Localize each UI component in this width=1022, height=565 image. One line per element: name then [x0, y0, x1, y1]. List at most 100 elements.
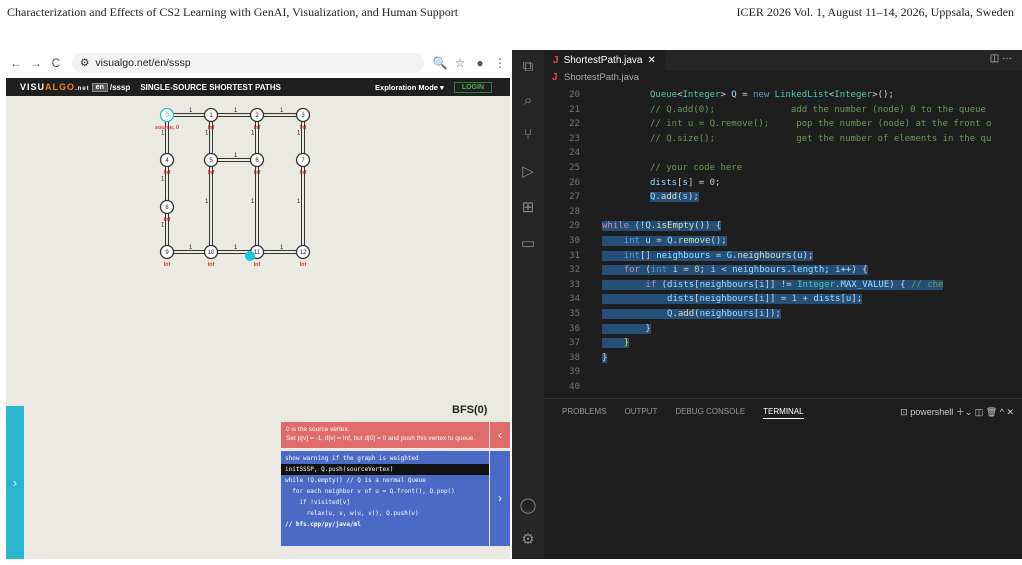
code-line: dists[s] = 0; — [650, 177, 721, 188]
vertex-distance: Inf — [254, 125, 261, 131]
algorithm-label: BFS(0) — [452, 404, 488, 416]
panel-tab[interactable]: OUTPUT — [624, 407, 657, 419]
tab-shortestpath[interactable]: J ShortestPath.java ✕ — [544, 50, 665, 70]
line-number: 35 — [569, 309, 580, 319]
breadcrumb: J ShortestPath.java — [552, 72, 639, 83]
line-number: 27 — [569, 192, 580, 203]
edge-weight: 1 — [297, 199, 301, 205]
line-number: 30 — [569, 236, 580, 246]
pseudocode-line: show warning if the graph is weighted — [285, 455, 419, 462]
vertex-distance: Inf — [208, 125, 215, 131]
pseudocode-line: relax(u, v, w(u, v)), Q.push(v) — [285, 510, 419, 517]
edge-weight: 1 — [161, 223, 165, 229]
code-editor[interactable]: 20 Queue<Integer> Q = new LinkedList<Inte… — [544, 90, 1022, 398]
line-number: 25 — [569, 163, 580, 173]
code-line: for (int i = 0; i < neighbours.length; i… — [602, 265, 868, 276]
line-number: 40 — [569, 382, 580, 392]
panel-tab[interactable]: TERMINAL — [763, 407, 804, 419]
activity-bar: ⧉ ⌕ ⑂ ▷ ⊞ ▭ ◯ ⚙ — [512, 50, 544, 559]
extensions-icon[interactable]: ⊞ — [512, 198, 544, 216]
line-number: 20 — [569, 90, 580, 100]
code-line: } — [602, 338, 630, 349]
line-number: 26 — [569, 177, 580, 188]
source-control-icon[interactable]: ⑂ — [512, 126, 544, 143]
vertex-distance: Inf — [300, 262, 307, 268]
remote-icon[interactable]: ▭ — [512, 234, 544, 252]
pseudocode-line: for each neighbor v of u = Q.front(), Q.… — [285, 488, 455, 495]
close-icon[interactable]: ✕ — [648, 55, 656, 66]
settings-gear-icon[interactable]: ⚙ — [512, 530, 544, 548]
terminal-tools[interactable]: ⊡ powershell ＋⌄ ◫ 🗑 ^ ✕ — [900, 405, 1014, 418]
edge-weight: 1 — [205, 199, 209, 205]
pseudocode-line: // bfs.cpp/py/java/ml — [285, 521, 361, 528]
java-file-icon: J — [553, 54, 559, 66]
code-line: Q.add(neighbours[i]); — [602, 309, 781, 319]
search-icon[interactable]: ⌕ — [512, 92, 544, 109]
explorer-icon[interactable]: ⧉ — [512, 58, 544, 75]
line-number: 39 — [569, 367, 580, 378]
pseudocode-line: if !visited[v] — [285, 499, 351, 506]
code-line: } — [602, 323, 651, 334]
edge-weight: 1 — [297, 131, 301, 137]
code-line: } — [602, 352, 608, 363]
vertex-distance: source, 0 — [155, 125, 179, 131]
line-number: 24 — [569, 148, 580, 159]
collapse-code-button[interactable]: › — [490, 451, 510, 546]
split-editor-icon[interactable]: ◫ ··· — [990, 53, 1012, 64]
edge-weight: 1 — [251, 131, 255, 137]
account-icon[interactable]: ◯ — [512, 496, 544, 514]
line-number: 22 — [569, 119, 580, 130]
vertex-label: 12 — [300, 250, 307, 256]
code-line: int u = Q.remove(); — [602, 236, 727, 246]
line-number: 37 — [569, 338, 580, 349]
line-number: 28 — [569, 206, 580, 217]
line-number: 33 — [569, 279, 580, 290]
vertex-label: 10 — [208, 250, 215, 256]
run-debug-icon[interactable]: ▷ — [512, 162, 544, 180]
code-line: dists[neighbours[i]] = 1 + dists[u]; — [602, 294, 863, 305]
line-number: 21 — [569, 104, 580, 115]
edge-weight: 1 — [161, 177, 165, 183]
line-number: 36 — [569, 323, 580, 334]
graph-svg: 1 1 11111 1 111111110source, 01Inf2Inf3Inf4I… — [155, 107, 311, 268]
vertex-distance: Inf — [164, 170, 171, 176]
vertex-distance: Inf — [300, 125, 307, 131]
code-line: if (dists[neighbours[i]] != Integer.MAX_… — [602, 279, 944, 290]
line-number: 32 — [569, 265, 580, 276]
vertex-distance: Inf — [208, 170, 215, 176]
vertex-distance: Inf — [254, 262, 261, 268]
status-panel: 0 is the source vertex. Set p[v] = -1, d[… — [281, 422, 489, 448]
paper-header-right: ICER 2026 Vol. 1, August 11–14, 2026, Up… — [736, 5, 1014, 19]
code-line: while (!Q.isEmpty()) { — [602, 221, 722, 232]
vertex-distance: Inf — [300, 170, 307, 176]
pseudocode-line: initSSSP, Q.push(sourceVertex) — [281, 464, 489, 475]
line-number: 34 — [569, 294, 580, 305]
edge-weight: 1 — [205, 131, 209, 137]
line-number: 23 — [569, 133, 580, 144]
code-line: Queue<Integer> Q = new LinkedList<Intege… — [650, 90, 894, 100]
expand-left-panel-button[interactable]: › — [6, 406, 24, 559]
line-number: 29 — [569, 221, 580, 232]
code-line: // Q.size(); get the number of elements … — [650, 133, 992, 144]
panel-tab[interactable]: PROBLEMS — [562, 407, 606, 419]
line-number: 31 — [569, 250, 580, 261]
pseudocode-panel: show warning if the graph is weighted ini… — [281, 451, 489, 546]
collapse-status-button[interactable]: ‹ — [490, 422, 510, 448]
bottom-panel: PROBLEMS OUTPUT DEBUG CONSOLE TERMINAL ⊡ po… — [544, 398, 1022, 559]
code-line: int[] neighbours = G.neighbours(u); — [602, 250, 814, 261]
vertex-distance: Inf — [254, 170, 261, 176]
edge-weight: 1 — [251, 199, 255, 205]
line-number: 38 — [569, 352, 580, 363]
code-line: // Q.add(0); add the number (node) 0 to … — [650, 104, 986, 115]
pseudocode-line: while !Q.empty() // Q is a normal Queue — [285, 477, 426, 484]
cursor-marker — [245, 251, 255, 261]
vertex-distance: Inf — [208, 262, 215, 268]
code-line: // int u = Q.remove(); pop the number (n… — [650, 119, 992, 130]
vertex-distance: Inf — [164, 217, 171, 223]
edge-weight: 1 — [161, 131, 165, 137]
panel-tab[interactable]: DEBUG CONSOLE — [675, 407, 745, 419]
code-line: Q.add(s); — [650, 192, 699, 203]
editor-tabs: J ShortestPath.java ✕ ◫ ··· — [544, 50, 1022, 70]
vertex-distance: Inf — [164, 262, 171, 268]
code-line: // your code here — [650, 163, 743, 173]
